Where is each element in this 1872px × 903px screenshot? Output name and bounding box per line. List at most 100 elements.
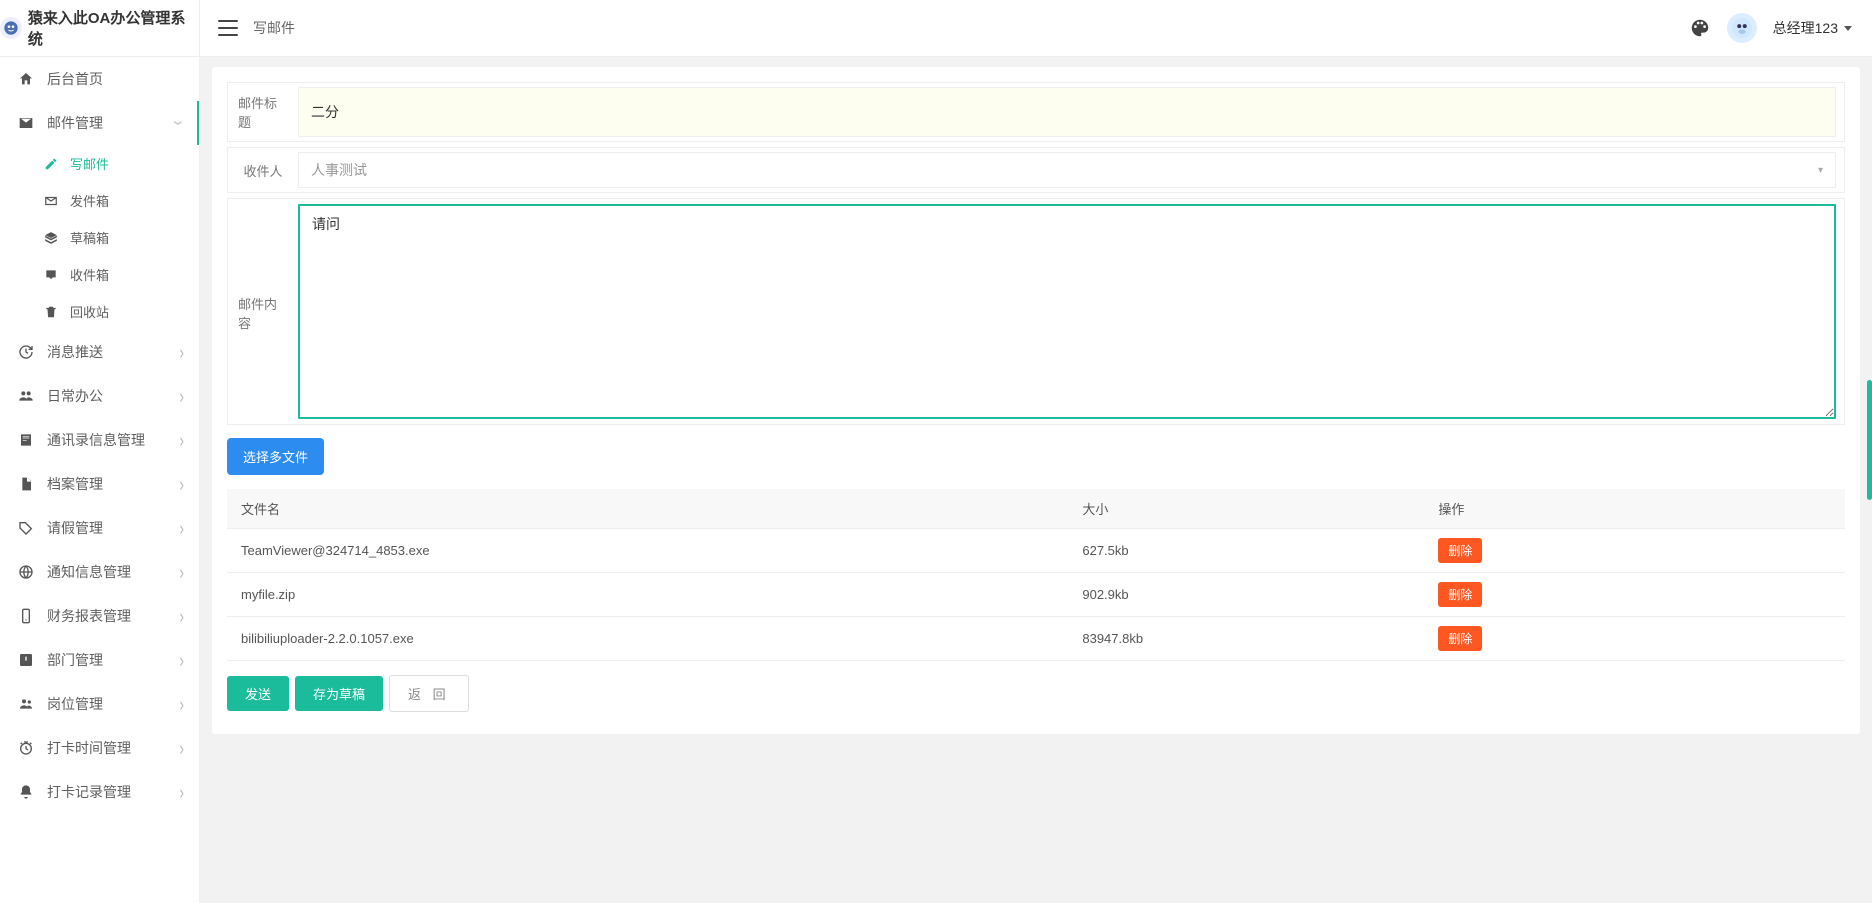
- sidebar-item-label: 档案管理: [47, 474, 103, 494]
- recipient-label: 收件人: [228, 148, 298, 192]
- archive-icon: [15, 476, 37, 492]
- sidebar-sub-label: 回收站: [70, 302, 109, 321]
- send-icon: [44, 194, 62, 208]
- topbar-right: 总经理123: [1689, 13, 1852, 43]
- compose-card: 邮件标题 收件人 人事测试 ▾ 邮件内容: [212, 67, 1860, 734]
- table-row: TeamViewer@324714_4853.exe627.5kb 删除: [227, 529, 1845, 573]
- sidebar-item-archive[interactable]: 档案管理: [0, 462, 199, 506]
- sidebar-item-clocklog[interactable]: 打卡记录管理: [0, 770, 199, 814]
- chevron-right-icon: [179, 696, 184, 712]
- contact-icon: [15, 432, 37, 448]
- title-input[interactable]: [298, 87, 1836, 137]
- title-label: 邮件标题: [228, 83, 298, 141]
- palette-icon: [1689, 17, 1711, 39]
- sidebar-sub-sent[interactable]: 发件箱: [0, 182, 199, 219]
- sidebar-item-label: 打卡时间管理: [47, 738, 131, 758]
- sidebar-sub-label: 写邮件: [70, 154, 109, 173]
- sidebar-item-home[interactable]: 后台首页: [0, 57, 199, 101]
- phone-icon: [15, 608, 37, 624]
- file-size: 627.5kb: [1068, 529, 1424, 573]
- chevron-right-icon: [179, 344, 184, 360]
- sidebar-item-finance[interactable]: 财务报表管理: [0, 594, 199, 638]
- title-row: 邮件标题: [227, 82, 1845, 142]
- table-row: bilibiliuploader-2.2.0.1057.exe83947.8kb…: [227, 617, 1845, 661]
- col-action: 操作: [1424, 489, 1845, 529]
- breadcrumb: 写邮件: [253, 18, 295, 38]
- topbar: 猿来入此OA办公管理系统 写邮件 总经理123: [0, 0, 1872, 57]
- sidebar-item-label: 通讯录信息管理: [47, 430, 145, 450]
- clock-icon: [15, 740, 37, 756]
- sidebar-item-post[interactable]: 岗位管理: [0, 682, 199, 726]
- team-icon: [15, 388, 37, 404]
- sidebar-item-daily[interactable]: 日常办公: [0, 374, 199, 418]
- sidebar-sub-trash[interactable]: 回收站: [0, 293, 199, 330]
- theme-button[interactable]: [1689, 17, 1711, 39]
- chevron-right-icon: [179, 740, 184, 756]
- chevron-right-icon: [179, 476, 184, 492]
- sidebar-item-label: 部门管理: [47, 650, 103, 670]
- sidebar-item-dept[interactable]: 部门管理: [0, 638, 199, 682]
- sidebar-item-label: 请假管理: [47, 518, 103, 538]
- sidebar-item-notice[interactable]: 通知信息管理: [0, 550, 199, 594]
- file-table-header: 文件名 大小 操作: [227, 489, 1845, 529]
- sidebar-item-push[interactable]: 消息推送: [0, 330, 199, 374]
- file-name: bilibiliuploader-2.2.0.1057.exe: [227, 617, 1068, 661]
- content-label: 邮件内容: [228, 199, 298, 424]
- delete-button[interactable]: 删除: [1438, 626, 1482, 651]
- sidebar-item-label: 岗位管理: [47, 694, 103, 714]
- chevron-right-icon: [179, 520, 184, 536]
- recipient-select[interactable]: 人事测试 ▾: [298, 152, 1836, 188]
- save-draft-button[interactable]: 存为草稿: [295, 676, 383, 711]
- sidebar-sub-label: 发件箱: [70, 191, 109, 210]
- avatar[interactable]: [1727, 13, 1757, 43]
- sidebar-item-label: 邮件管理: [47, 113, 103, 133]
- delete-button[interactable]: 删除: [1438, 538, 1482, 563]
- upload-button[interactable]: 选择多文件: [227, 438, 324, 475]
- recipient-row: 收件人 人事测试 ▾: [227, 147, 1845, 193]
- username: 总经理123: [1773, 18, 1838, 38]
- chevron-right-icon: [179, 432, 184, 448]
- chevron-right-icon: [179, 388, 184, 404]
- file-name: TeamViewer@324714_4853.exe: [227, 529, 1068, 573]
- sidebar-item-label: 后台首页: [47, 69, 103, 89]
- col-size: 大小: [1068, 489, 1424, 529]
- sidebar-sub-inbox[interactable]: 收件箱: [0, 256, 199, 293]
- file-name: myfile.zip: [227, 573, 1068, 617]
- group-icon: [15, 696, 37, 712]
- content-textarea[interactable]: [298, 204, 1836, 419]
- sidebar-item-label: 消息推送: [47, 342, 103, 362]
- delete-button[interactable]: 删除: [1438, 582, 1482, 607]
- sidebar-item-label: 打卡记录管理: [47, 782, 131, 802]
- chevron-right-icon: [179, 564, 184, 580]
- file-size: 902.9kb: [1068, 573, 1424, 617]
- sidebar-sub-draft[interactable]: 草稿箱: [0, 219, 199, 256]
- user-menu[interactable]: 总经理123: [1773, 18, 1852, 38]
- tag-icon: [15, 520, 37, 536]
- sidebar-item-mail[interactable]: 邮件管理: [0, 101, 199, 145]
- brand-title: 猿来入此OA办公管理系统: [28, 7, 199, 49]
- chevron-right-icon: [179, 608, 184, 624]
- sidebar-item-label: 财务报表管理: [47, 606, 131, 626]
- layers-icon: [44, 231, 62, 245]
- sidebar-item-clockset[interactable]: 打卡时间管理: [0, 726, 199, 770]
- file-table: 文件名 大小 操作 TeamViewer@324714_4853.exe627.…: [227, 489, 1845, 661]
- chevron-right-icon: [179, 784, 184, 800]
- hamburger-icon: [218, 19, 238, 37]
- file-size: 83947.8kb: [1068, 617, 1424, 661]
- sidebar-item-label: 通知信息管理: [47, 562, 131, 582]
- edit-icon: [44, 157, 62, 171]
- brand: 猿来入此OA办公管理系统: [0, 0, 200, 56]
- scrollbar[interactable]: [1867, 0, 1872, 903]
- brand-logo-icon: [0, 17, 22, 39]
- mail-icon: [15, 115, 37, 131]
- history-icon: [15, 344, 37, 360]
- menu-toggle-button[interactable]: [218, 19, 238, 37]
- sidebar-sub-label: 草稿箱: [70, 228, 109, 247]
- sidebar-item-leave[interactable]: 请假管理: [0, 506, 199, 550]
- bell-icon: [15, 784, 37, 800]
- sidebar-item-contact[interactable]: 通讯录信息管理: [0, 418, 199, 462]
- scrollbar-thumb[interactable]: [1867, 380, 1872, 500]
- back-button[interactable]: 返 回: [389, 675, 469, 712]
- sidebar-sub-compose[interactable]: 写邮件: [0, 145, 199, 182]
- send-button[interactable]: 发送: [227, 676, 289, 711]
